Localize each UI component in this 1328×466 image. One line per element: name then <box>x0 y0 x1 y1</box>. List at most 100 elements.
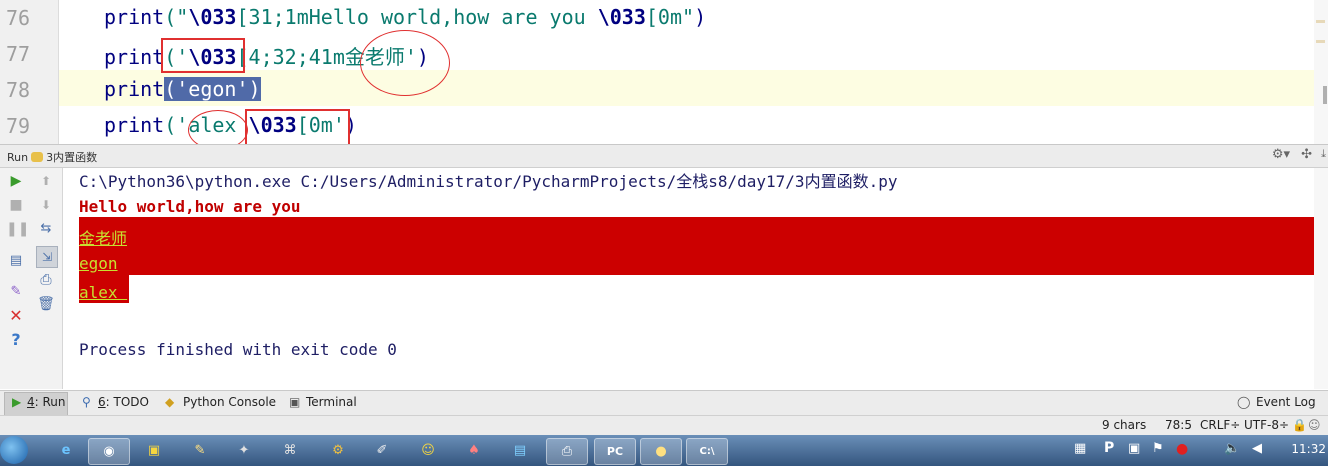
cmd-icon[interactable]: C:\ <box>686 438 728 465</box>
code-escape: \033 <box>597 5 646 29</box>
ie-icon[interactable]: e <box>46 438 86 463</box>
terminal-icon: ▣ <box>289 395 301 409</box>
run-toolbar: ▶ ⬆ ■ ⬇ ❚❚ ⇆ ▤ ⇲ ⎙ ✎ 🗑 ✕ ? <box>0 168 63 389</box>
trash-icon[interactable]: 🗑 <box>36 294 56 314</box>
console-output-red: Hello world,how are you <box>79 197 301 216</box>
run-tool-header: Run 3内置函数 ⚙▾ ✣ ⤓ <box>0 145 1328 168</box>
console-output-line: egon <box>79 254 118 273</box>
notepad-icon[interactable]: ✎ <box>180 438 220 463</box>
line-number: 79 <box>6 114 31 138</box>
code-fn: print <box>104 5 165 29</box>
console-scrollbar[interactable] <box>1314 168 1328 389</box>
python-console-icon: ◆ <box>165 395 175 409</box>
run-title: Run 3内置函数 <box>7 149 97 165</box>
scroll-thumb[interactable] <box>1323 86 1327 104</box>
volume-icon[interactable]: 🔈 <box>1224 441 1240 456</box>
python-icon <box>31 152 44 162</box>
run-config-name: 3内置函数 <box>46 151 98 164</box>
tab-mnemonic: 4 <box>27 395 35 409</box>
code-line-78[interactable]: print('egon') <box>104 77 261 101</box>
tool-tab-event-log[interactable]: Event Log <box>1256 395 1316 409</box>
code-line-76[interactable]: print("\033[31;1mHello world,how are you… <box>104 5 706 29</box>
pause-icon[interactable]: ❚❚ <box>6 219 29 239</box>
code-escape: \033 <box>188 5 237 29</box>
soft-wrap-icon[interactable]: ⇆ <box>36 219 56 239</box>
printer-icon[interactable]: ⎙ <box>546 438 588 465</box>
parking-icon[interactable]: P <box>1104 440 1114 456</box>
run-icon: ▶ <box>12 395 22 409</box>
tool-tab-terminal[interactable]: Terminal <box>306 395 357 409</box>
code-open: (" <box>164 5 189 29</box>
print-icon[interactable]: ⎙ <box>36 270 56 290</box>
help-icon[interactable]: ? <box>6 330 26 350</box>
console-command: C:\Python36\python.exe C:/Users/Administ… <box>79 172 898 191</box>
lock-icon[interactable]: 🔒 <box>1292 418 1307 432</box>
chrome-icon[interactable]: ◉ <box>88 438 130 465</box>
record-icon[interactable]: ● <box>1176 441 1188 457</box>
close-icon[interactable]: ✕ <box>6 306 26 326</box>
speaker-icon[interactable]: ◀ <box>1252 441 1262 456</box>
code-fn: print <box>104 45 165 69</box>
pin-icon[interactable]: ✦ <box>224 438 264 463</box>
network-icon[interactable]: ⌘ <box>270 438 310 463</box>
code-string: [0m" <box>645 5 695 29</box>
status-selection-chars: 9 chars <box>1102 418 1147 432</box>
paint-icon[interactable]: ✐ <box>362 438 402 463</box>
status-line-separator[interactable]: CRLF÷ <box>1200 418 1240 432</box>
console-exit-message: Process finished with exit code 0 <box>79 340 397 359</box>
line-gutter: 76 77 78 79 <box>0 0 59 144</box>
stop-icon[interactable]: ■ <box>6 195 26 215</box>
app-icon[interactable]: ▣ <box>134 438 174 463</box>
status-caret-position[interactable]: 78:5 <box>1165 418 1192 432</box>
code-editor[interactable]: 76 77 78 79 print("\033[31;1mHello world… <box>0 0 1328 144</box>
annotation-box <box>245 109 350 144</box>
rerun-icon[interactable]: ▶ <box>6 171 26 191</box>
layout-icon[interactable]: ▤ <box>6 251 26 271</box>
python-icon[interactable]: ● <box>640 438 682 465</box>
down-icon[interactable]: ⬇ <box>36 195 56 215</box>
code-string: [31;1mHello world,how are you <box>236 5 598 29</box>
tool-window-strip: ▶ 4: Run ⚲ 6: TODO ◆ Python Console ▣ Te… <box>0 390 1328 416</box>
keyboard-icon[interactable]: ▦ <box>1074 441 1086 456</box>
code-fn-cursor-char: t <box>152 77 165 101</box>
console-output-line: 金老师 <box>79 229 128 248</box>
tab-label: : Run <box>34 395 66 409</box>
run-console[interactable]: C:\Python36\python.exe C:/Users/Administ… <box>63 168 1328 389</box>
up-icon[interactable]: ⬆ <box>36 171 56 191</box>
pin-tab-icon[interactable]: ✎ <box>6 282 26 302</box>
hide-icon[interactable]: ⤓ <box>1321 147 1326 161</box>
line-number: 77 <box>6 42 31 66</box>
tab-mnemonic: 6 <box>98 395 106 409</box>
scroll-marker <box>1316 40 1325 43</box>
folder-icon[interactable]: ▤ <box>500 438 540 463</box>
editor-scrollbar[interactable] <box>1314 0 1328 144</box>
console-output-line: alex <box>79 283 128 302</box>
bird-icon[interactable]: ♠ <box>454 438 494 463</box>
clock[interactable]: 11:32 <box>1291 442 1326 456</box>
start-button[interactable] <box>0 436 28 464</box>
emoji-icon[interactable]: ☺ <box>408 438 448 463</box>
monitor-icon[interactable]: ▣ <box>1128 441 1140 456</box>
status-encoding[interactable]: UTF-8÷ <box>1244 418 1289 432</box>
tab-label: : TODO <box>105 395 149 409</box>
tool-tab-todo[interactable]: 6: TODO <box>98 395 149 409</box>
run-label: Run <box>7 151 29 164</box>
gear-icon[interactable]: ⚙ <box>318 438 358 463</box>
line-number: 76 <box>6 6 31 30</box>
flag-icon[interactable]: ⚑ <box>1152 441 1164 456</box>
status-bar: 9 chars 78:5 CRLF÷ UTF-8÷ 🔒 ☺ <box>0 415 1328 436</box>
console-red-background <box>79 217 1314 275</box>
code-selection: ('egon') <box>164 77 261 101</box>
tool-tab-run-label[interactable]: 4: Run <box>27 395 66 409</box>
annotation-ellipse <box>188 110 248 144</box>
code-open: (' <box>164 113 189 137</box>
code-fn: print <box>104 113 165 137</box>
line-number: 78 <box>6 78 31 102</box>
inspector-icon[interactable]: ☺ <box>1308 418 1321 432</box>
settings-gear-icon[interactable]: ⚙▾ <box>1272 147 1290 162</box>
pin-icon[interactable]: ✣ <box>1301 147 1312 162</box>
tool-tab-python-console[interactable]: Python Console <box>183 395 276 409</box>
annotation-box <box>161 38 245 73</box>
scroll-to-end-icon[interactable]: ⇲ <box>36 246 58 268</box>
pycharm-icon[interactable]: PC <box>594 438 636 465</box>
